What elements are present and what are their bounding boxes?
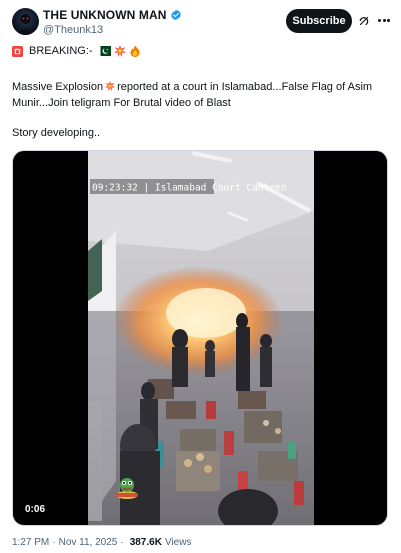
video-player[interactable]: 09:23:32 | Islamabad Court Canteen 0:06 [12,150,388,526]
verified-badge-icon [170,9,181,21]
views-label: Views [164,537,192,548]
fire-emoji-icon [130,45,140,57]
post-time[interactable]: 1:27 PM [12,537,49,548]
collision-emoji-icon [113,45,126,57]
display-name[interactable]: THE UNKNOWN MAN [43,8,167,22]
post-date[interactable]: Nov 11, 2025 [59,537,118,548]
separator-dot: · [52,537,56,548]
video-duration: 0:06 [25,504,46,515]
video-frame[interactable]: 09:23:32 | Islamabad Court Canteen [88,151,314,526]
views-count: 387.6K [129,537,162,548]
tweet-text: Massive Explosion reported at a court in… [12,79,390,111]
collision-emoji-icon [105,81,116,91]
tweet-footer: 1:27 PM · Nov 11, 2025 · 387.6K Views [12,537,191,548]
breaking-line: BREAKING:- [12,45,141,57]
siren-emoji-icon [12,45,23,57]
subscribe-button[interactable]: Subscribe [286,9,352,33]
avatar[interactable] [12,8,39,35]
breaking-label: BREAKING:- [29,45,93,57]
emoji-row [96,45,141,57]
name-row: THE UNKNOWN MAN [43,8,182,22]
video-timestamp-overlay: 09:23:32 | Islamabad Court Canteen [92,183,286,194]
channel-watermark-logo [116,478,138,499]
pakistan-flag-emoji-icon [96,46,111,56]
user-handle[interactable]: @Theunk13 [43,24,103,36]
story-developing-text: Story developing.. [12,127,101,139]
grok-icon[interactable] [358,15,370,27]
separator-dot: · [120,537,124,548]
tweet-header: THE UNKNOWN MAN @Theunk13 Subscribe [12,6,390,38]
tweet-text-part1: Massive Explosion [12,81,104,93]
more-icon[interactable] [378,19,390,23]
